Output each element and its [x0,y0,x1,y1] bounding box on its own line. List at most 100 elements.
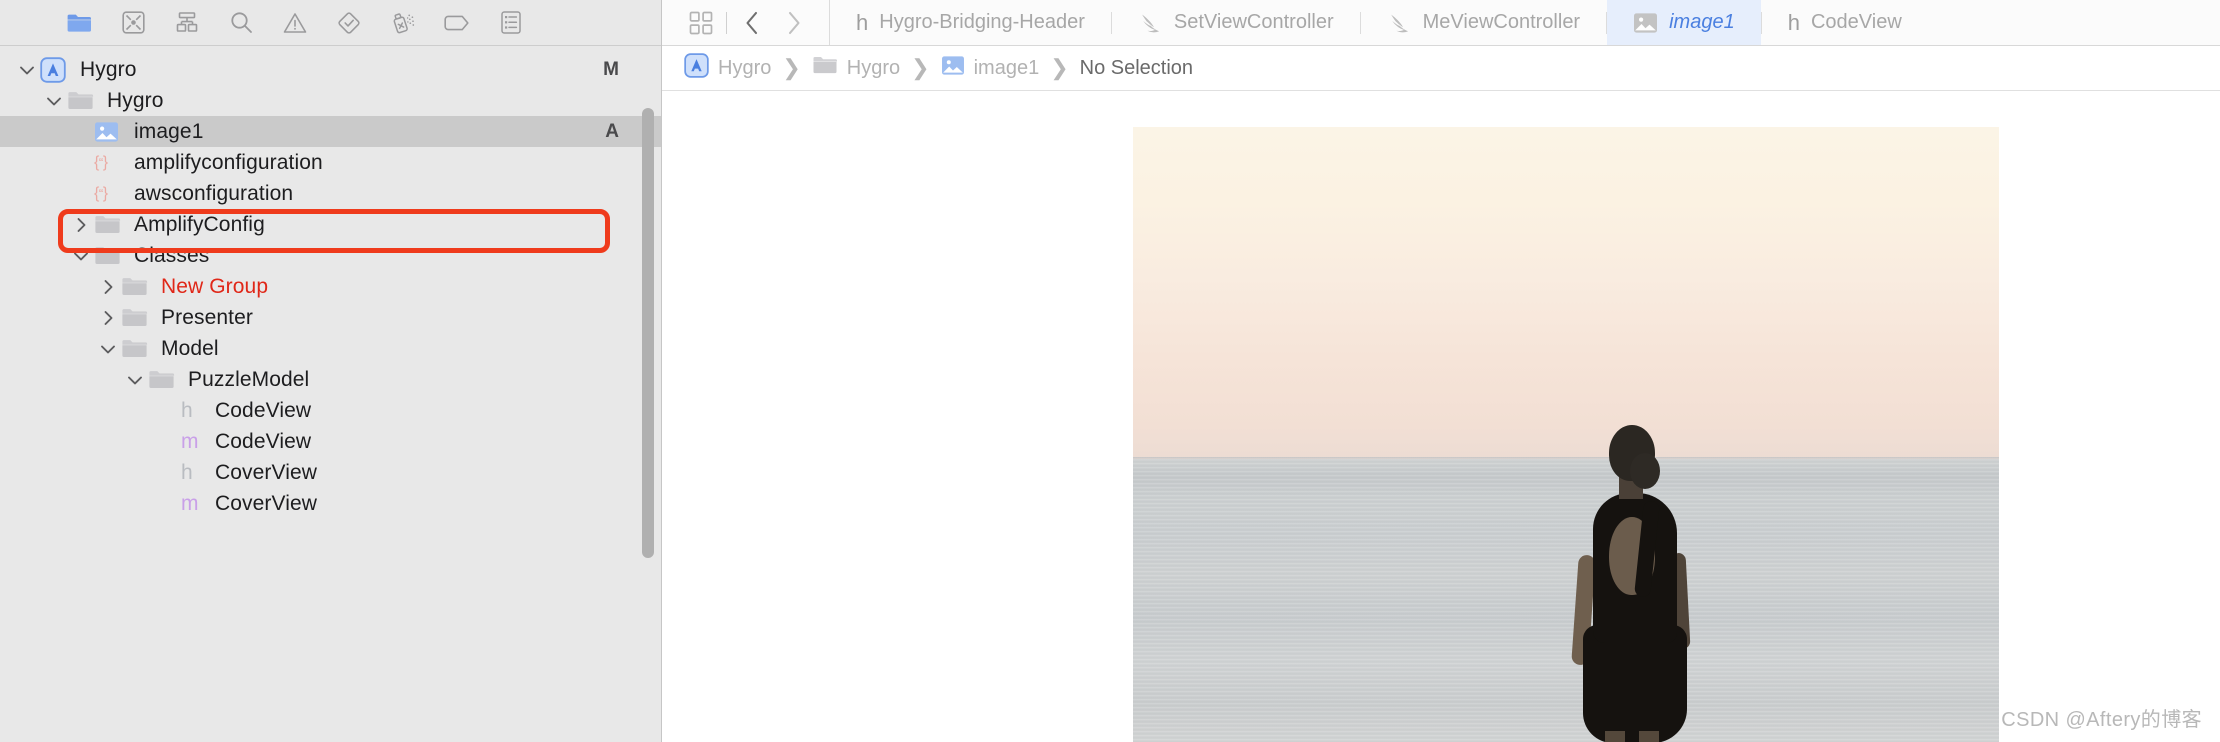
image-icon [94,121,124,143]
hierarchy-icon[interactable] [160,0,214,46]
breadcrumb-label: No Selection [1079,56,1194,79]
tab-codeview[interactable]: h CodeView [1762,0,1928,45]
tree-item-hygro[interactable]: Hygro [0,85,661,116]
search-icon[interactable] [214,0,268,46]
tree-item-image1[interactable]: image1 A [0,116,661,147]
tree-item-coverview[interactable]: h CoverView [0,457,661,488]
chevron-down-icon[interactable] [14,61,40,79]
tree-item-model[interactable]: Model [0,333,661,364]
report-icon[interactable] [484,0,538,46]
tree-item-label: CodeView [215,399,312,422]
tree-item-new-group[interactable]: New Group [0,271,661,302]
tree-item-label: Presenter [161,306,253,329]
tab-setviewcontroller[interactable]: SetViewController [1112,0,1360,45]
tree-item-label: CodeView [215,430,312,453]
folder-icon [67,90,97,111]
tree-item-puzzlemodel[interactable]: PuzzleModel [0,364,661,395]
app-icon [40,56,70,83]
spray-can-icon[interactable] [376,0,430,46]
chevron-right-icon[interactable] [95,309,121,327]
navigator-scrollbar[interactable] [642,108,654,558]
tree-item-classes[interactable]: Classes [0,240,661,271]
tree-item-label: Hygro [107,89,164,112]
folder-icon [121,338,151,359]
tree-item-coverview[interactable]: m CoverView [0,488,661,519]
folder-icon [94,214,124,235]
chevron-down-icon[interactable] [122,371,148,389]
editor-panel: h Hygro-Bridging-Header SetViewController M… [662,0,2220,742]
chevron-right-icon[interactable] [68,216,94,234]
breadcrumb-item-image1[interactable]: image1 [941,55,1039,82]
json-icon: {“} [94,184,108,202]
source-control-icon[interactable] [106,0,160,46]
breadcrumb-separator: ❯ [911,55,930,80]
tab-meviewcontroller[interactable]: MeViewController [1361,0,1606,45]
breadcrumb-label: Hygro [718,56,772,79]
tree-item-presenter[interactable]: Presenter [0,302,661,333]
tree-item-label: Classes [134,244,210,267]
breadcrumb-item-hygro[interactable]: Hygro [812,55,900,81]
chevron-right-icon[interactable] [95,278,121,296]
folder-icon [94,245,124,266]
tree-item-label: CoverView [215,461,318,484]
related-items-icon[interactable] [680,0,722,45]
tab-label: SetViewController [1173,11,1334,33]
tree-item-codeview[interactable]: m CodeView [0,426,661,457]
xcode-window: Hygro M Hygro image1 A {“} amplifyconfiguratio… [0,0,2220,742]
folder-icon [121,276,151,297]
tree-item-codeview[interactable]: h CodeView [0,395,661,426]
editor-tab-bar: h Hygro-Bridging-Header SetViewController M… [662,0,2220,46]
tree-item-hygro[interactable]: Hygro M [0,54,661,85]
folder-icon[interactable] [52,0,106,46]
chevron-down-icon[interactable] [68,247,94,265]
tree-item-label: awsconfiguration [134,182,294,205]
h-file-icon: h [1787,9,1800,35]
tree-item-label: Hygro [80,58,137,81]
breadcrumb-separator: ❯ [1050,55,1069,80]
tree-item-label: AmplifyConfig [134,213,265,236]
image-icon [941,55,965,82]
m-file-icon: m [181,430,199,453]
tree-item-label: PuzzleModel [188,368,310,391]
photo-sky [1133,127,1999,459]
tag-icon[interactable] [430,0,484,46]
tree-item-label: amplifyconfiguration [134,151,323,174]
tab-label: MeViewController [1422,11,1581,33]
image-preview-area: CSDN @Aftery的博客 [662,91,2220,742]
photo-right-leg [1639,730,1659,742]
photo-woman-figure [1553,424,1723,742]
chevron-down-icon[interactable] [41,92,67,110]
tab-hygro-bridging-header[interactable]: h Hygro-Bridging-Header [830,0,1111,45]
json-icon: {“} [94,153,108,171]
forward-chevron-icon[interactable] [773,0,815,45]
image-preview [1133,127,1999,742]
tree-item-awsconfiguration[interactable]: {“} awsconfiguration [0,178,661,209]
tree-item-label: Model [161,337,219,360]
tree-item-amplifyconfiguration[interactable]: {“} amplifyconfiguration [0,147,661,178]
tree-item-label: CoverView [215,492,318,515]
navigator-toolbar [0,0,661,46]
tree-item-label: New Group [161,275,269,298]
breadcrumb-item-hygro[interactable]: Hygro [684,52,772,84]
watermark-text: CSDN @Aftery的博客 [2001,709,2202,731]
chevron-down-icon[interactable] [95,340,121,358]
tab-label: Hygro-Bridging-Header [879,11,1085,33]
folder-icon [121,307,151,328]
folder-icon [812,55,838,81]
project-navigator-panel: Hygro M Hygro image1 A {“} amplifyconfiguratio… [0,0,662,742]
breadcrumb-item-no-selection[interactable]: No Selection [1080,57,1193,80]
breadcrumb-label: Hygro [846,56,901,79]
h-file-icon: h [181,399,193,422]
tab-image1[interactable]: image1 [1607,0,1761,45]
image-icon [1633,12,1658,34]
warning-triangle-icon[interactable] [268,0,322,46]
diamond-check-icon[interactable] [322,0,376,46]
project-file-tree[interactable]: Hygro M Hygro image1 A {“} amplifyconfiguratio… [0,46,661,742]
back-chevron-icon[interactable] [731,0,773,45]
tree-item-amplifyconfig[interactable]: AmplifyConfig [0,209,661,240]
breadcrumb-separator: ❯ [782,55,801,80]
